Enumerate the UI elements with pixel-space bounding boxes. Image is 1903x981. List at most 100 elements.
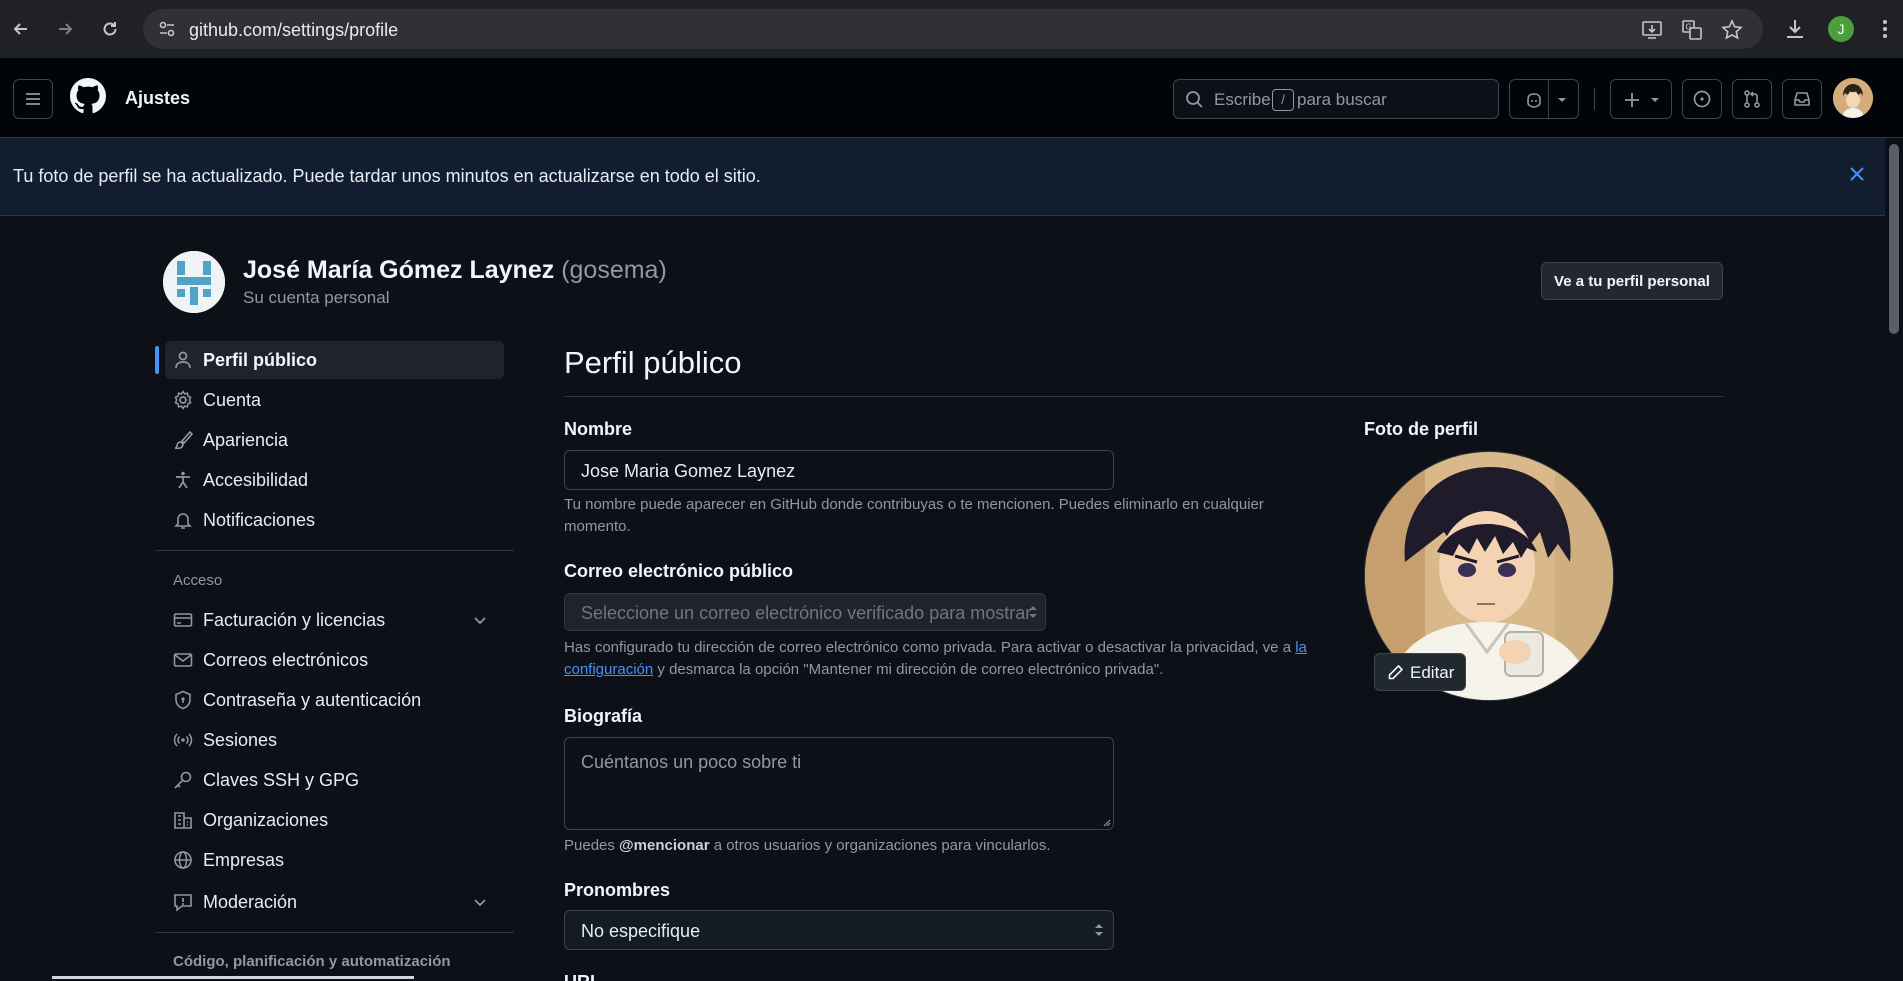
sidebar-item-emails[interactable]: Correos electrónicos [165, 641, 504, 679]
bio-textarea[interactable]: Cuéntanos un poco sobre ti [564, 737, 1114, 830]
sidebar-heading-access: Acceso [173, 572, 223, 589]
sidebar-item-label: Organizaciones [203, 810, 329, 830]
flash-message: Tu foto de perfil se ha actualizado. Pue… [13, 166, 761, 186]
bookmark-star-icon[interactable] [1721, 19, 1743, 41]
url-label: URL [564, 972, 601, 981]
title-divider [564, 396, 1724, 397]
public-email-placeholder: Seleccione un correo electrónico verific… [581, 603, 1032, 623]
email-note-text-after: y desmarca la opción "Mantener mi direcc… [657, 661, 1164, 678]
key-icon [174, 771, 192, 789]
bio-note-text-after: a otros usuarios y organizaciones para v… [713, 837, 1051, 854]
page-title: Perfil público [564, 345, 742, 380]
reload-icon [103, 22, 117, 36]
account-full-name: José María Gómez Laynez [243, 256, 555, 284]
chevron-down-icon [474, 899, 486, 907]
sidebar-item-moderation[interactable]: Moderación [165, 883, 504, 921]
pronouns-value: No especifique [581, 921, 701, 941]
sidebar-item-label: Moderación [203, 892, 298, 912]
svg-text:G: G [1686, 23, 1692, 32]
pronouns-label: Pronombres [564, 880, 671, 900]
back-button[interactable] [6, 14, 36, 44]
pronouns-select[interactable]: No especifique [564, 910, 1114, 950]
github-logo-icon[interactable] [70, 78, 106, 114]
install-app-icon[interactable] [1641, 19, 1663, 41]
sidebar-item-billing[interactable]: Facturación y licencias [165, 601, 504, 639]
sidebar-item-label: Perfil público [203, 350, 318, 370]
browser-menu-icon[interactable] [1872, 16, 1898, 42]
scrollbar-thumb[interactable] [1889, 144, 1899, 334]
issues-button[interactable] [1682, 79, 1722, 119]
flash-banner: Tu foto de perfil se ha actualizado. Pue… [0, 138, 1885, 216]
sidebar-item-account[interactable]: Cuenta [165, 381, 504, 419]
browser-profile-avatar[interactable]: J [1828, 16, 1854, 42]
forward-button[interactable] [50, 14, 80, 44]
public-email-select[interactable]: Seleccione un correo electrónico verific… [564, 593, 1046, 631]
page-scrollbar[interactable] [1885, 138, 1903, 981]
gear-icon [174, 390, 192, 410]
sidebar-item-label: Correos electrónicos [203, 650, 369, 670]
address-bar[interactable]: github.com/settings/profile G [143, 9, 1763, 49]
inbox-button[interactable] [1782, 79, 1822, 119]
search-input[interactable]: Escribe / para buscar [1173, 79, 1499, 119]
bio-label: Biografía [564, 706, 643, 726]
shield-lock-icon [175, 690, 191, 710]
edit-profile-photo-button[interactable]: Editar [1374, 653, 1466, 691]
account-login: (gosema) [561, 256, 667, 284]
email-note-text: Has configurado tu dirección de correo e… [564, 639, 1292, 656]
search-icon [1186, 91, 1203, 108]
sidebar-item-label: Claves SSH y GPG [203, 770, 360, 790]
copilot-icon [1527, 93, 1541, 108]
bio-note-text: Puedes [564, 837, 615, 854]
sidebar-item-label: Cuenta [203, 390, 262, 410]
sidebar-item-password-auth[interactable]: Contraseña y autenticación [165, 681, 504, 719]
sidebar-item-sessions[interactable]: Sesiones [165, 721, 504, 759]
bio-placeholder: Cuéntanos un poco sobre ti [581, 752, 802, 772]
site-settings-icon[interactable] [157, 19, 177, 39]
bell-icon [174, 513, 192, 529]
sidebar-item-accessibility[interactable]: Accesibilidad [165, 461, 504, 499]
mail-icon [173, 653, 193, 667]
user-avatar[interactable] [1833, 78, 1873, 118]
reload-button[interactable] [95, 14, 125, 44]
name-field[interactable]: Jose Maria Gomez Laynez [564, 450, 1114, 490]
resize-grip-icon[interactable] [1101, 817, 1111, 827]
go-to-personal-profile-button[interactable]: Ve a tu perfil personal [1541, 262, 1723, 300]
paintbrush-icon [174, 430, 193, 450]
sidebar-item-public-profile[interactable]: Perfil público [165, 341, 504, 379]
sidebar-item-organizations[interactable]: Organizaciones [165, 801, 504, 839]
active-indicator [155, 346, 159, 374]
public-email-note: Has configurado tu dirección de correo e… [564, 637, 1316, 681]
account-subtitle: Su cuenta personal [243, 288, 390, 307]
url-text[interactable]: github.com/settings/profile [189, 20, 398, 41]
translate-icon[interactable]: G [1681, 19, 1703, 41]
sidebar-item-label: Apariencia [203, 430, 289, 450]
sidebar-item-notifications[interactable]: Notificaciones [165, 501, 504, 539]
page-context-title[interactable]: Ajustes [125, 88, 190, 109]
sidebar-item-appearance[interactable]: Apariencia [165, 421, 504, 459]
browser-toolbar: github.com/settings/profile G J [0, 0, 1903, 58]
sidebar-divider [155, 550, 514, 551]
close-icon[interactable] [1845, 162, 1869, 186]
menu-button[interactable] [13, 79, 53, 119]
plus-icon [1625, 93, 1639, 107]
sidebar-item-label: Sesiones [203, 730, 278, 750]
chevron-down-icon [1558, 98, 1566, 102]
account-avatar[interactable] [163, 251, 225, 313]
copilot-button-group[interactable] [1509, 79, 1579, 119]
arrow-right-icon [59, 23, 73, 35]
sidebar-item-ssh-gpg[interactable]: Claves SSH y GPG [165, 761, 504, 799]
edit-label: Editar [1410, 663, 1455, 682]
sidebar-item-enterprises[interactable]: Empresas [165, 841, 504, 879]
search-shortcut-key: / [1272, 89, 1294, 111]
organization-icon [174, 812, 192, 829]
github-header: Ajustes Escribe / para buscar [0, 58, 1903, 138]
public-email-label: Correo electrónico público [564, 561, 794, 581]
sidebar-item-label: Facturación y licencias [203, 610, 386, 630]
pull-requests-button[interactable] [1732, 79, 1772, 119]
sidebar-heading-code: Código, planificación y automatización [173, 953, 451, 970]
create-new-button[interactable] [1610, 79, 1672, 119]
download-icon[interactable] [1782, 16, 1808, 42]
name-field-value: Jose Maria Gomez Laynez [581, 461, 796, 481]
inbox-icon [1794, 92, 1810, 106]
sidebar-divider [155, 932, 514, 933]
